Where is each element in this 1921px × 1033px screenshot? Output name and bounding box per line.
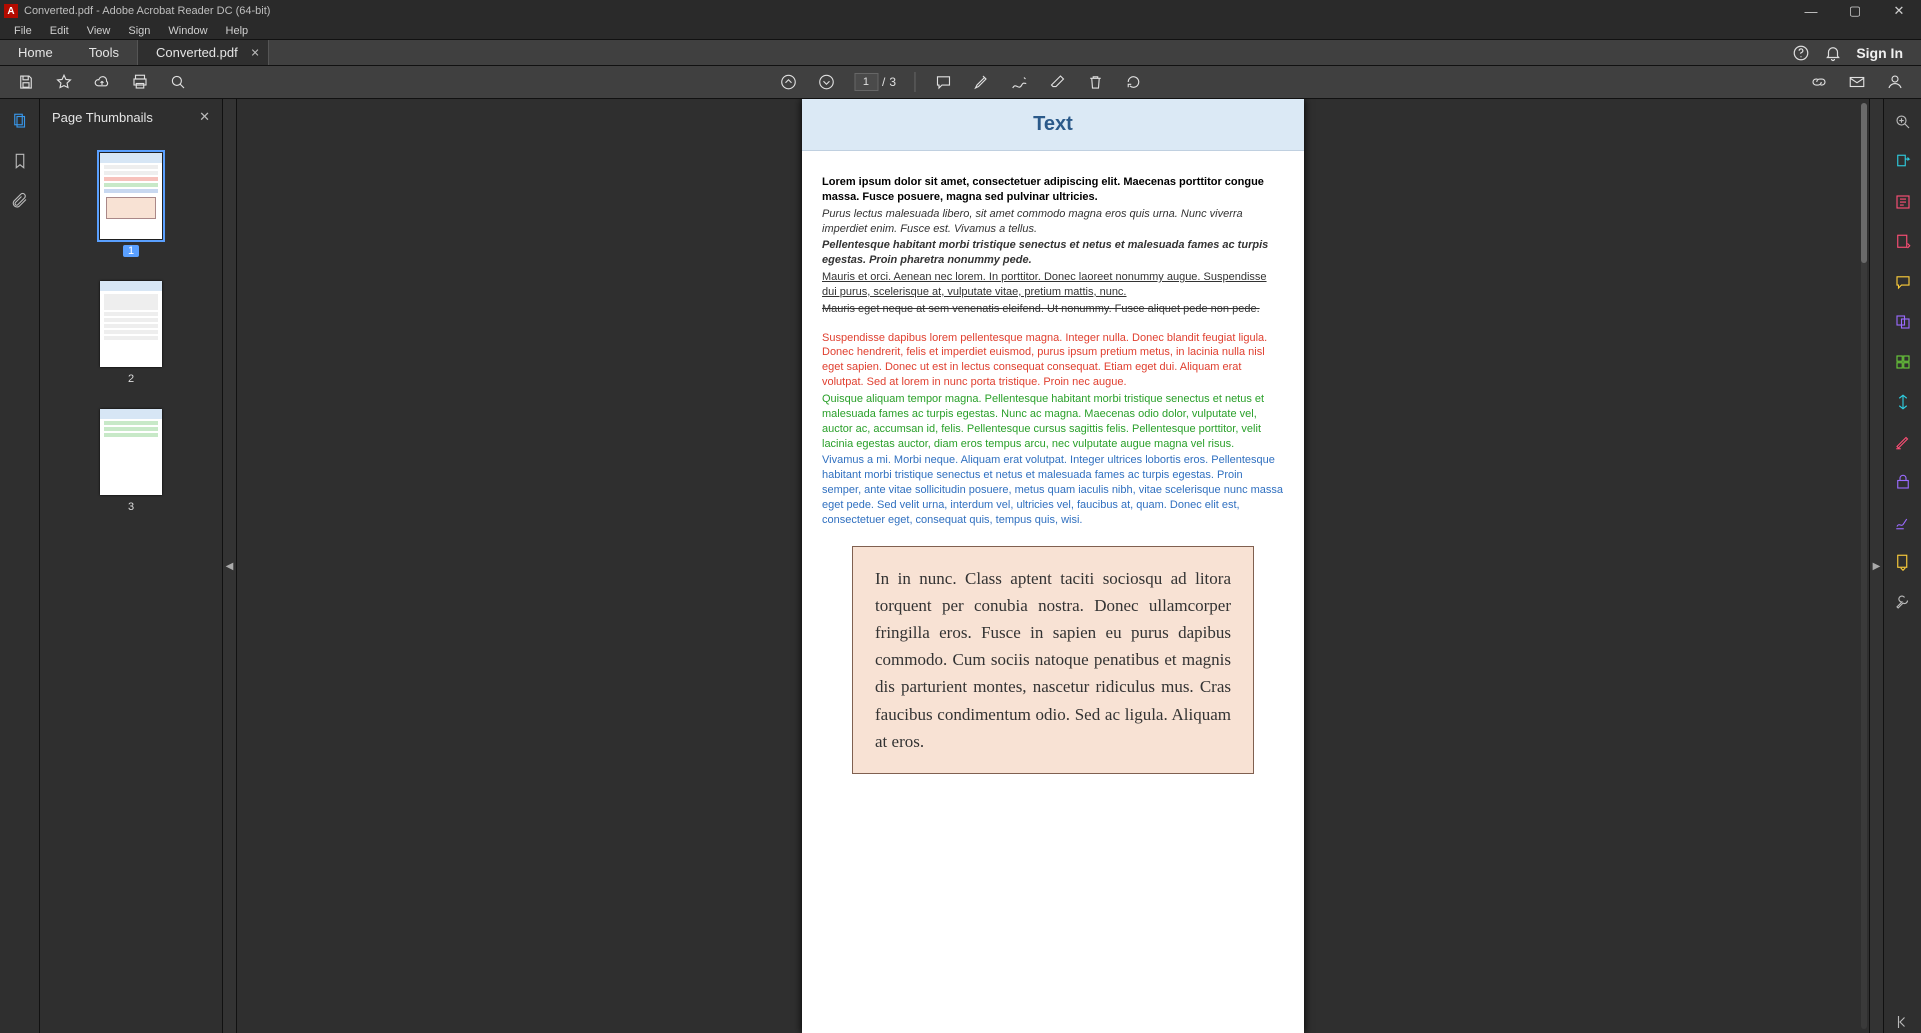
- close-window-button[interactable]: ✕: [1877, 0, 1921, 22]
- app-icon: A: [4, 4, 18, 18]
- current-page-input[interactable]: [854, 73, 878, 91]
- toolbar-sep: [914, 72, 915, 92]
- page-down-icon[interactable]: [816, 72, 836, 92]
- collapse-left-panel-handle[interactable]: ◀: [223, 99, 237, 1033]
- zoom-icon[interactable]: [1892, 111, 1914, 133]
- export-pdf-icon[interactable]: [1892, 151, 1914, 173]
- workspace: Page Thumbnails ✕ 1 2 3 ◀ Text Lorem ips…: [0, 99, 1921, 1033]
- close-thumbnails-icon[interactable]: ✕: [199, 109, 210, 125]
- minimize-button[interactable]: —: [1789, 0, 1833, 22]
- thumbnail-number: 1: [123, 245, 139, 257]
- right-tool-rail: [1883, 99, 1921, 1033]
- main-toolbar: / 3: [0, 66, 1921, 99]
- left-nav-rail: [0, 99, 40, 1033]
- tab-document-label: Converted.pdf: [156, 45, 238, 60]
- comment-tool-icon[interactable]: [1892, 271, 1914, 293]
- total-pages: 3: [889, 75, 896, 89]
- tab-close-icon[interactable]: ✕: [251, 46, 260, 59]
- thumbnail-number: 3: [128, 501, 134, 513]
- thumbnail-page[interactable]: 3: [40, 409, 222, 513]
- menu-bar: File Edit View Sign Window Help: [0, 22, 1921, 40]
- star-icon[interactable]: [54, 72, 74, 92]
- help-icon[interactable]: [1792, 44, 1810, 62]
- organize-pages-icon[interactable]: [1892, 351, 1914, 373]
- doc-para-italic: Purus lectus malesuada libero, sit amet …: [822, 207, 1284, 237]
- window-title: Converted.pdf - Adobe Acrobat Reader DC …: [24, 5, 270, 17]
- link-icon[interactable]: [1809, 72, 1829, 92]
- doc-para-red: Suspendisse dapibus lorem pellentesque m…: [822, 331, 1284, 390]
- fill-sign-icon[interactable]: [1892, 511, 1914, 533]
- viewer-scrollbar[interactable]: [1861, 103, 1867, 1029]
- collapse-right-panel-handle[interactable]: ▶: [1869, 99, 1883, 1033]
- share-email-icon[interactable]: [1847, 72, 1867, 92]
- compress-pdf-icon[interactable]: [1892, 391, 1914, 413]
- erase-icon[interactable]: [1047, 72, 1067, 92]
- thumbnails-panel-title: Page Thumbnails: [52, 110, 153, 125]
- menu-sign[interactable]: Sign: [120, 23, 158, 39]
- page-indicator: / 3: [854, 73, 896, 91]
- maximize-button[interactable]: ▢: [1833, 0, 1877, 22]
- bookmark-tab-icon[interactable]: [10, 151, 30, 171]
- thumbnail-page[interactable]: 2: [40, 281, 222, 385]
- doc-para-green: Quisque aliquam tempor magna. Pellentesq…: [822, 392, 1284, 451]
- more-tools-icon[interactable]: [1892, 591, 1914, 613]
- attachments-tab-icon[interactable]: [10, 191, 30, 211]
- account-icon[interactable]: [1885, 72, 1905, 92]
- page-up-icon[interactable]: [778, 72, 798, 92]
- draw-icon[interactable]: [1009, 72, 1029, 92]
- doc-para-strike: Mauris eget neque at sem venenatis eleif…: [822, 302, 1284, 317]
- doc-para-underline: Mauris et orci. Aenean nec lorem. In por…: [822, 270, 1284, 300]
- edit-pdf-icon[interactable]: [1892, 191, 1914, 213]
- combine-files-icon[interactable]: [1892, 311, 1914, 333]
- thumbnails-tab-icon[interactable]: [10, 111, 30, 131]
- tab-home[interactable]: Home: [0, 40, 71, 65]
- highlight-icon[interactable]: [971, 72, 991, 92]
- pdf-page: Text Lorem ipsum dolor sit amet, consect…: [802, 99, 1304, 1033]
- print-icon[interactable]: [130, 72, 150, 92]
- notifications-icon[interactable]: [1824, 44, 1842, 62]
- menu-edit[interactable]: Edit: [42, 23, 77, 39]
- doc-para-bold: Lorem ipsum dolor sit amet, consectetuer…: [822, 175, 1284, 205]
- document-viewer[interactable]: Text Lorem ipsum dolor sit amet, consect…: [237, 99, 1869, 1033]
- tab-tools[interactable]: Tools: [71, 40, 137, 65]
- protect-icon[interactable]: [1892, 471, 1914, 493]
- redact-icon[interactable]: [1892, 431, 1914, 453]
- title-bar: A Converted.pdf - Adobe Acrobat Reader D…: [0, 0, 1921, 22]
- create-pdf-icon[interactable]: [1892, 231, 1914, 253]
- thumbnails-panel: Page Thumbnails ✕ 1 2 3: [40, 99, 223, 1033]
- page-heading: Text: [802, 99, 1304, 151]
- tab-strip: Home Tools Converted.pdf ✕ Sign In: [0, 40, 1921, 66]
- viewer-scrollbar-thumb[interactable]: [1861, 103, 1867, 263]
- sign-in-link[interactable]: Sign In: [1856, 45, 1903, 61]
- cloud-upload-icon[interactable]: [92, 72, 112, 92]
- menu-window[interactable]: Window: [160, 23, 215, 39]
- doc-script-box: In in nunc. Class aptent taciti sociosqu…: [852, 546, 1254, 774]
- expand-rail-icon[interactable]: [1892, 1011, 1914, 1033]
- thumbnail-number: 2: [128, 373, 134, 385]
- thumbnail-page[interactable]: 1: [40, 153, 222, 257]
- menu-file[interactable]: File: [6, 23, 40, 39]
- menu-help[interactable]: Help: [218, 23, 257, 39]
- menu-view[interactable]: View: [79, 23, 119, 39]
- delete-icon[interactable]: [1085, 72, 1105, 92]
- rotate-icon[interactable]: [1123, 72, 1143, 92]
- doc-para-bolditalic: Pellentesque habitant morbi tristique se…: [822, 238, 1284, 268]
- save-icon[interactable]: [16, 72, 36, 92]
- convert-icon[interactable]: [1892, 551, 1914, 573]
- comment-icon[interactable]: [933, 72, 953, 92]
- doc-para-blue: Vivamus a mi. Morbi neque. Aliquam erat …: [822, 453, 1284, 527]
- tab-document[interactable]: Converted.pdf ✕: [137, 40, 269, 65]
- search-icon[interactable]: [168, 72, 188, 92]
- page-sep: /: [882, 75, 885, 89]
